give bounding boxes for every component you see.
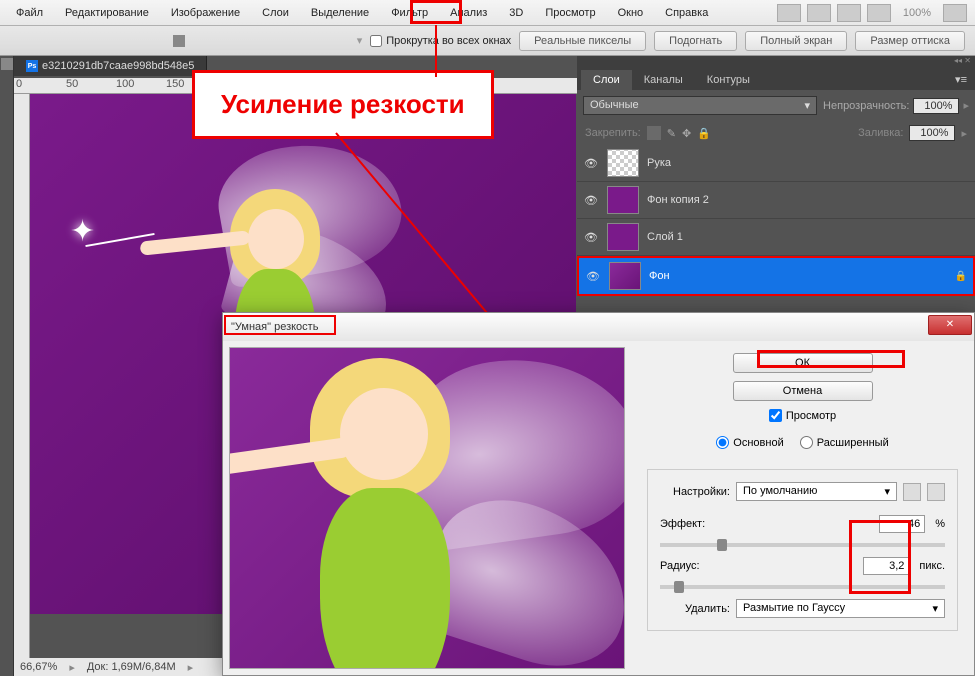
ps-badge-icon: Ps	[26, 60, 38, 72]
workspace-icon[interactable]	[943, 4, 967, 22]
mb-icon[interactable]	[807, 4, 831, 22]
blend-mode-select[interactable]: Обычные ▾	[583, 96, 817, 115]
effect-label: Эффект:	[660, 518, 724, 530]
dialog-close-button[interactable]: ✕	[928, 315, 972, 335]
save-preset-icon[interactable]	[903, 483, 921, 501]
menu-filter[interactable]: Фильтр	[381, 3, 438, 23]
lock-position-icon[interactable]: ✥	[682, 127, 691, 140]
full-screen-button[interactable]: Полный экран	[745, 31, 847, 51]
effect-slider[interactable]	[660, 543, 945, 547]
layer-row-2[interactable]: 👁 Слой 1	[577, 219, 975, 256]
dialog-title: "Умная" резкость	[223, 313, 974, 341]
layer-name-label[interactable]: Рука	[647, 157, 969, 169]
preview-checkbox[interactable]: Просмотр	[647, 409, 958, 422]
menu-edit[interactable]: Редактирование	[55, 3, 159, 23]
tab-paths[interactable]: Контуры	[695, 70, 762, 90]
panel-collapse-icon[interactable]: ◂◂ ✕	[577, 56, 975, 66]
lock-all-icon[interactable]: 🔒	[697, 127, 711, 140]
dialog-preview[interactable]	[229, 347, 625, 669]
settings-select[interactable]: По умолчанию▾	[736, 482, 897, 501]
document-tab[interactable]: Ps e3210291db7caae998bd548e5	[14, 56, 207, 76]
lock-transparent-icon[interactable]	[647, 126, 661, 140]
visibility-icon[interactable]: 👁	[583, 157, 599, 169]
remove-select[interactable]: Размытие по Гауссу▾	[736, 599, 945, 618]
layer-row-1[interactable]: 👁 Фон копия 2	[577, 182, 975, 219]
fit-screen-button[interactable]: Подогнать	[654, 31, 737, 51]
menu-window[interactable]: Окно	[608, 3, 654, 23]
scroll-all-windows-checkbox[interactable]: Прокрутка во всех окнах	[370, 35, 511, 47]
zoom-indicator[interactable]: 100%	[895, 7, 939, 19]
layer-thumbnail[interactable]	[607, 186, 639, 214]
layer-name-label[interactable]: Слой 1	[647, 231, 969, 243]
radius-label: Радиус:	[660, 560, 724, 572]
layers-panel-tabs: Слои Каналы Контуры ▾≡	[577, 66, 975, 90]
zoom-value[interactable]: 66,67%	[20, 661, 57, 673]
layer-thumbnail[interactable]	[607, 149, 639, 177]
ok-button[interactable]: ОК	[733, 353, 873, 373]
bridge-icon[interactable]	[777, 4, 801, 22]
visibility-icon[interactable]: 👁	[583, 231, 599, 243]
smart-sharpen-dialog: "Умная" резкость ✕ ОК Отмена Просмотр Ос…	[222, 312, 975, 676]
delete-preset-icon[interactable]	[927, 483, 945, 501]
remove-label: Удалить:	[660, 603, 730, 615]
effect-input[interactable]	[879, 515, 925, 533]
layer-thumbnail[interactable]	[607, 223, 639, 251]
menu-layers[interactable]: Слои	[252, 3, 299, 23]
arrange-icon[interactable]	[867, 4, 891, 22]
menu-view[interactable]: Просмотр	[535, 3, 605, 23]
lock-pixels-icon[interactable]: ✎	[667, 127, 676, 140]
tab-layers[interactable]: Слои	[581, 70, 632, 90]
options-bar: ▾ Прокрутка во всех окнах Реальные пиксе…	[0, 26, 975, 56]
fill-input[interactable]: 100%	[909, 125, 955, 141]
settings-label: Настройки:	[660, 486, 730, 498]
opacity-input[interactable]: 100%	[913, 98, 959, 114]
basic-mode-radio[interactable]: Основной	[716, 436, 783, 449]
radius-slider[interactable]	[660, 585, 945, 589]
radius-input[interactable]	[863, 557, 909, 575]
layer-list: 👁 Рука 👁 Фон копия 2 👁 Слой 1 👁 Фон 🔒	[577, 145, 975, 296]
main-menu-bar: Файл Редактирование Изображение Слои Выд…	[0, 0, 975, 26]
screen-mode-icon[interactable]	[837, 4, 861, 22]
print-size-button[interactable]: Размер оттиска	[855, 31, 965, 51]
annotation-line-1	[435, 25, 437, 77]
layer-thumbnail[interactable]	[609, 262, 641, 290]
hand-tool-icon[interactable]	[173, 35, 185, 47]
layer-row-3[interactable]: 👁 Фон 🔒	[577, 256, 975, 296]
menu-help[interactable]: Справка	[655, 3, 718, 23]
visibility-icon[interactable]: 👁	[583, 194, 599, 206]
menu-image[interactable]: Изображение	[161, 3, 250, 23]
menu-3d[interactable]: 3D	[499, 3, 533, 23]
menu-analysis[interactable]: Анализ	[440, 3, 497, 23]
vertical-ruler	[14, 94, 30, 660]
layer-name-label[interactable]: Фон	[649, 270, 947, 282]
doc-size: Док: 1,69M/6,84M	[87, 661, 176, 673]
collapsed-tool-strip[interactable]	[0, 56, 14, 676]
panel-menu-icon[interactable]: ▾≡	[947, 69, 975, 90]
menu-file[interactable]: Файл	[6, 3, 53, 23]
visibility-icon[interactable]: 👁	[585, 270, 601, 282]
annotation-label: Усиление резкости	[192, 70, 494, 139]
layer-name-label[interactable]: Фон копия 2	[647, 194, 969, 206]
actual-pixels-button[interactable]: Реальные пикселы	[519, 31, 646, 51]
lock-icon: 🔒	[955, 271, 967, 282]
tab-channels[interactable]: Каналы	[632, 70, 695, 90]
advanced-mode-radio[interactable]: Расширенный	[800, 436, 889, 449]
menu-select[interactable]: Выделение	[301, 3, 379, 23]
layer-row-0[interactable]: 👁 Рука	[577, 145, 975, 182]
cancel-button[interactable]: Отмена	[733, 381, 873, 401]
